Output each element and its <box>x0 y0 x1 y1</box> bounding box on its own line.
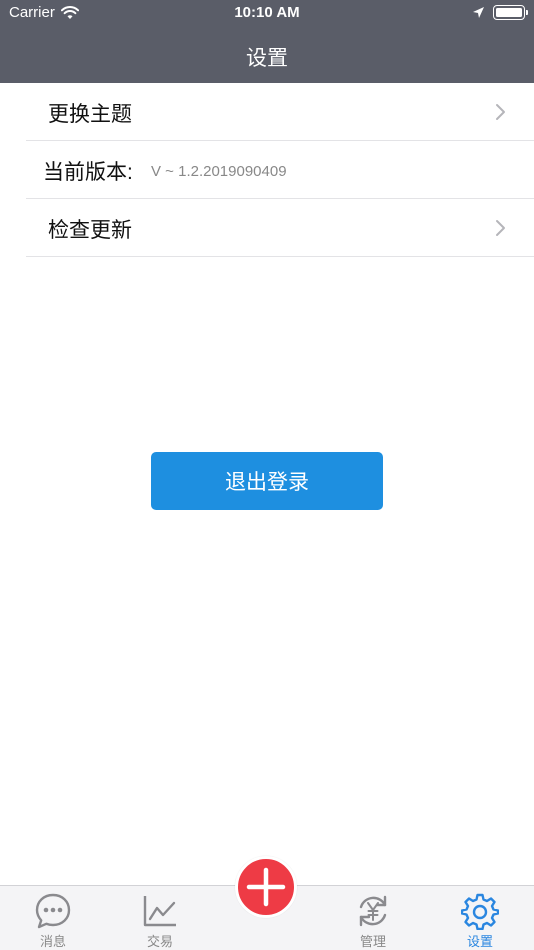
tab-settings-label: 设置 <box>466 934 493 949</box>
check-update-label: 检查更新 <box>48 219 132 242</box>
settings-row-version: 当前版本: V ~ 1.2.2019090409 <box>26 141 534 199</box>
change-theme-label: 更换主题 <box>48 103 132 126</box>
tab-trade-label: 交易 <box>146 934 173 949</box>
yen-refresh-icon <box>359 895 387 927</box>
plus-icon <box>246 867 286 907</box>
gear-icon <box>461 893 499 930</box>
version-label: 当前版本: <box>43 161 133 184</box>
chevron-right-icon <box>496 220 505 236</box>
logout-button[interactable]: 退出登录 <box>151 452 383 510</box>
navigation-bar: 设置 <box>0 28 534 83</box>
tab-settings[interactable]: 设置 <box>445 892 515 950</box>
tab-messages[interactable]: 消息 <box>18 892 88 950</box>
settings-row-check-update[interactable]: 检查更新 <box>26 199 534 257</box>
chevron-right-icon <box>496 104 505 120</box>
tab-manage-label: 管理 <box>359 934 386 949</box>
status-bar: Carrier 10:10 AM <box>0 0 534 28</box>
tab-trade[interactable]: 交易 <box>125 892 195 950</box>
line-chart-icon <box>143 896 176 927</box>
status-time: 10:10 AM <box>234 4 300 21</box>
message-bubble-icon <box>35 893 71 929</box>
location-arrow-icon <box>473 7 484 18</box>
version-value: V ~ 1.2.2019090409 <box>151 163 287 180</box>
settings-list: 更换主题 当前版本: V ~ 1.2.2019090409 检查更新 <box>0 83 534 257</box>
tab-messages-label: 消息 <box>39 934 66 949</box>
tab-manage[interactable]: 管理 <box>338 892 408 950</box>
settings-row-change-theme[interactable]: 更换主题 <box>26 83 534 141</box>
add-button[interactable] <box>235 856 297 918</box>
battery-icon <box>493 5 528 20</box>
page-title: 设置 <box>246 47 288 70</box>
status-right-group <box>472 5 528 20</box>
